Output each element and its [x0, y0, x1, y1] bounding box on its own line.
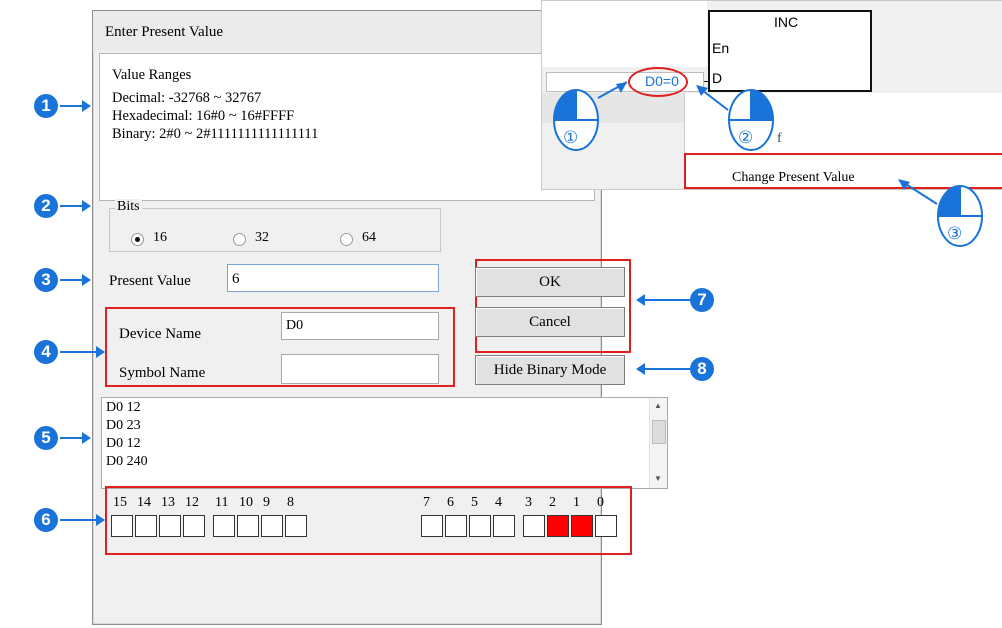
mouse-step-2-icon — [696, 85, 774, 151]
annotation-overlay — [553, 81, 983, 247]
callout-badge-5: 5 — [34, 426, 58, 450]
arrow-right-icon — [96, 346, 105, 358]
callout-badge-2: 2 — [34, 194, 58, 218]
callout-arrow-4 — [60, 351, 98, 353]
callout-badge-7: 7 — [690, 288, 714, 312]
arrow-right-icon — [96, 514, 105, 526]
callout-badge-6: 6 — [34, 508, 58, 532]
callout-arrow-6 — [60, 519, 98, 521]
mouse-step-2-number: ② — [738, 128, 754, 147]
callout-badge-3: 3 — [34, 268, 58, 292]
callout-badge-4: 4 — [34, 340, 58, 364]
callout-arrow-2 — [60, 205, 84, 207]
callout-arrow-8 — [644, 368, 690, 370]
callout-arrow-7 — [644, 299, 690, 301]
callout-arrow-5 — [60, 437, 84, 439]
callout-arrow-1 — [60, 105, 84, 107]
arrow-right-icon — [82, 200, 91, 212]
arrow-right-icon — [82, 274, 91, 286]
callout-badge-1: 1 — [34, 94, 58, 118]
mouse-step-1-number: ① — [563, 128, 579, 147]
callout-arrow-3 — [60, 279, 84, 281]
callout-badge-8: 8 — [690, 357, 714, 381]
mouse-step-3-icon — [898, 179, 983, 247]
arrow-right-icon — [82, 432, 91, 444]
mouse-step-3-number: ③ — [947, 224, 963, 243]
arrow-right-icon — [82, 100, 91, 112]
